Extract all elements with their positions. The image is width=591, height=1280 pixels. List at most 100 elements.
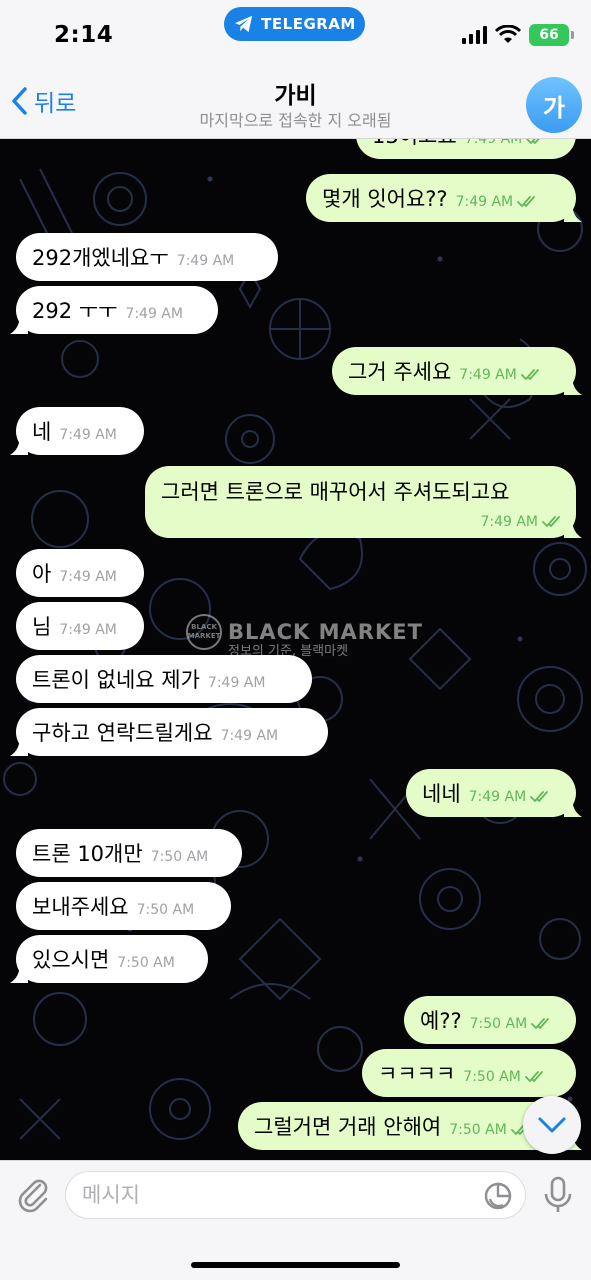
outgoing-message[interactable]: 13이고요 7:49 AM: [356, 139, 576, 159]
message-text: 예??: [420, 1009, 462, 1033]
message-meta: 7:50 AM: [117, 955, 175, 971]
message-meta: 7:49 AM: [465, 139, 549, 147]
home-indicator: [191, 1262, 400, 1268]
top-bar: 2:14 TELEGRAM 66 뒤로 가비 마지막으로 접속한 지 오래됨 가: [0, 0, 591, 139]
incoming-message[interactable]: 있으시면 7:50 AM: [16, 935, 208, 983]
double-check-icon: [530, 791, 549, 802]
message-text: 보내주세요: [32, 895, 129, 919]
incoming-message[interactable]: 네 7:49 AM: [16, 407, 144, 455]
system-icons: 66: [462, 24, 574, 46]
message-text: 몇개 잇어요??: [322, 187, 448, 211]
input-bar: [0, 1160, 591, 1280]
bubble-tail: [10, 963, 28, 983]
black-market-watermark: BLACK MARKET BLACK MARKET 정보의 기준, 블랙마켓: [186, 614, 423, 659]
message-time: 7:49 AM: [468, 789, 527, 805]
message-text: 13이고요: [372, 139, 457, 150]
outgoing-message[interactable]: 몇개 잇어요?? 7:49 AM: [306, 174, 576, 222]
message-time: 7:49 AM: [220, 728, 279, 744]
message-time: 7:49 AM: [59, 427, 117, 443]
message-meta: 7:49 AM: [221, 728, 279, 744]
chat-area[interactable]: BLACK MARKET BLACK MARKET 정보의 기준, 블랙마켓 1…: [0, 139, 591, 1160]
battery-indicator: 66: [529, 24, 574, 46]
message-time: 7:49 AM: [459, 367, 517, 383]
avatar-letter: 가: [542, 93, 566, 122]
message-time: 7:49 AM: [59, 569, 117, 585]
message-text: 292개엤네요ㅜ: [32, 246, 169, 270]
double-check-icon: [542, 516, 560, 527]
message-time: 7:49 AM: [464, 139, 523, 147]
message-text: 있으시면: [32, 948, 110, 972]
incoming-message[interactable]: 트론 10개만 7:50 AM: [16, 829, 242, 877]
chat-title[interactable]: 가비: [0, 76, 591, 110]
message-text: 네네: [422, 782, 461, 806]
message-meta: 7:49 AM: [59, 622, 117, 638]
telegram-pill-label: TELEGRAM: [261, 15, 356, 33]
message-meta: 7:49 AM: [459, 367, 543, 383]
message-text: 님: [32, 615, 52, 639]
incoming-message[interactable]: 보내주세요 7:50 AM: [16, 882, 231, 930]
message-time: 7:50 AM: [449, 1122, 507, 1138]
outgoing-message[interactable]: 예?? 7:50 AM: [404, 996, 576, 1044]
battery-level: 66: [539, 27, 559, 43]
watermark-badge: BLACK MARKET: [186, 614, 222, 650]
telegram-pill[interactable]: TELEGRAM: [224, 7, 365, 41]
outgoing-message[interactable]: 그거 주세요 7:49 AM: [332, 347, 576, 395]
message-meta: 7:49 AM: [59, 569, 117, 585]
bubble-tail: [564, 202, 582, 222]
avatar[interactable]: 가: [526, 77, 582, 133]
message-meta: 7:49 AM: [125, 306, 183, 322]
message-time: 7:50 AM: [463, 1069, 521, 1085]
message-text: 그럴거면 거래 안해여: [254, 1115, 442, 1139]
incoming-message[interactable]: 292 ㅜㅜ 7:49 AM: [16, 286, 218, 334]
incoming-message[interactable]: 트론이 없네요 제가 7:49 AM: [16, 655, 312, 703]
message-meta: 7:50 AM: [449, 1122, 533, 1138]
wifi-icon: [495, 25, 521, 43]
message-meta: 7:49 AM: [480, 514, 564, 530]
message-meta: 7:49 AM: [469, 789, 553, 805]
message-text: ㅋㅋㅋㅋ: [378, 1062, 456, 1086]
message-text: 네: [32, 420, 52, 444]
message-meta: 7:50 AM: [137, 902, 195, 918]
outgoing-message[interactable]: 네네 7:49 AM: [406, 769, 576, 817]
message-text: 구하고 연락드릴게요: [32, 721, 213, 745]
double-check-icon: [526, 139, 540, 144]
incoming-message[interactable]: 292개엤네요ㅜ 7:49 AM: [16, 233, 278, 281]
sticker-icon[interactable]: [483, 1181, 513, 1211]
message-input[interactable]: [82, 1172, 482, 1218]
scroll-to-bottom-button[interactable]: [523, 1096, 581, 1154]
message-field[interactable]: [65, 1171, 526, 1219]
message-time: 7:49 AM: [480, 514, 538, 530]
outgoing-message[interactable]: ㅋㅋㅋㅋ 7:50 AM: [362, 1049, 576, 1097]
message-text: 그거 주세요: [348, 360, 452, 384]
message-text: 292 ㅜㅜ: [32, 299, 118, 323]
incoming-message[interactable]: 구하고 연락드릴게요 7:49 AM: [16, 708, 328, 756]
bubble-tail: [10, 736, 28, 756]
message-meta: 7:49 AM: [177, 253, 235, 269]
incoming-message[interactable]: 님 7:49 AM: [16, 602, 144, 650]
double-check-icon: [524, 1071, 543, 1082]
message-text: 트론이 없네요 제가: [32, 668, 200, 692]
message-time: 7:50 AM: [136, 902, 195, 918]
message-meta: 7:50 AM: [463, 1069, 547, 1085]
paperclip-icon[interactable]: [16, 1175, 50, 1213]
message-meta: 7:49 AM: [59, 427, 117, 443]
message-text: 아: [32, 562, 52, 586]
status-time: 2:14: [54, 22, 114, 48]
message-meta: 7:49 AM: [456, 194, 540, 210]
bubble-tail: [564, 518, 582, 538]
message-meta: 7:50 AM: [470, 1016, 554, 1032]
outgoing-message[interactable]: 그러면 트론으로 매꾸어서 주셔도되고요 7:49 AM: [145, 466, 576, 538]
microphone-icon[interactable]: [542, 1175, 574, 1215]
message-meta: 7:50 AM: [151, 849, 209, 865]
bubble-tail: [564, 797, 582, 817]
message-time: 7:50 AM: [117, 955, 175, 971]
chat-last-seen: 마지막으로 접속한 지 오래됨: [199, 111, 392, 130]
message-text: 트론 10개만: [32, 842, 143, 866]
signal-icon: [462, 26, 487, 44]
double-check-icon: [520, 369, 539, 380]
bubble-tail: [10, 435, 28, 455]
incoming-message[interactable]: 아 7:49 AM: [16, 549, 144, 597]
message-time: 7:49 AM: [455, 194, 514, 210]
bubble-tail: [10, 314, 28, 334]
message-time: 7:50 AM: [150, 849, 209, 865]
